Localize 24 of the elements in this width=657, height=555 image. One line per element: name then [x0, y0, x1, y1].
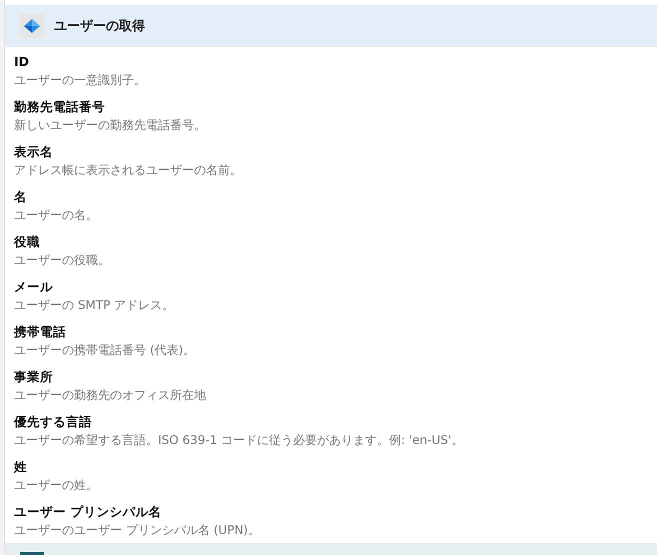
field-label: 優先する言語	[14, 413, 93, 431]
field-label: 勤務先電話番号	[14, 98, 106, 116]
field-description: ユーザーの携帯電話番号 (代表)。	[14, 342, 196, 359]
field-description: ユーザーの名。	[14, 207, 99, 224]
app-icon	[20, 14, 44, 38]
field-description: ユーザーの勤務先のオフィス所在地	[14, 387, 207, 404]
field-description: ユーザーの SMTP アドレス。	[14, 297, 176, 314]
field-label: ID	[14, 53, 30, 71]
field-label: 表示名	[14, 143, 54, 161]
field-label: 携帯電話	[14, 323, 67, 341]
field-description: ユーザーの希望する言語。ISO 639-1 コードに従う必要があります。例: 'en-US'。	[14, 432, 464, 449]
field-label: 役職	[14, 233, 41, 251]
field-description: 新しいユーザーの勤務先電話番号。	[14, 117, 207, 134]
field-label: 名	[14, 188, 28, 206]
field-description: アドレス帳に表示されるユーザーの名前。	[14, 162, 243, 179]
field-label: 姓	[14, 458, 28, 476]
field-label: メール	[14, 278, 54, 296]
field-label: ユーザー プリンシパル名	[14, 503, 162, 521]
field-description: ユーザーのユーザー プリンシパル名 (UPN)。	[14, 522, 261, 539]
field-description: ユーザーの姓。	[14, 477, 99, 494]
field-description: ユーザーの一意識別子。	[14, 72, 147, 89]
field-description: ユーザーの役職。	[14, 252, 111, 269]
panel-title: ユーザーの取得	[54, 18, 145, 35]
field-label: 事業所	[14, 368, 54, 386]
